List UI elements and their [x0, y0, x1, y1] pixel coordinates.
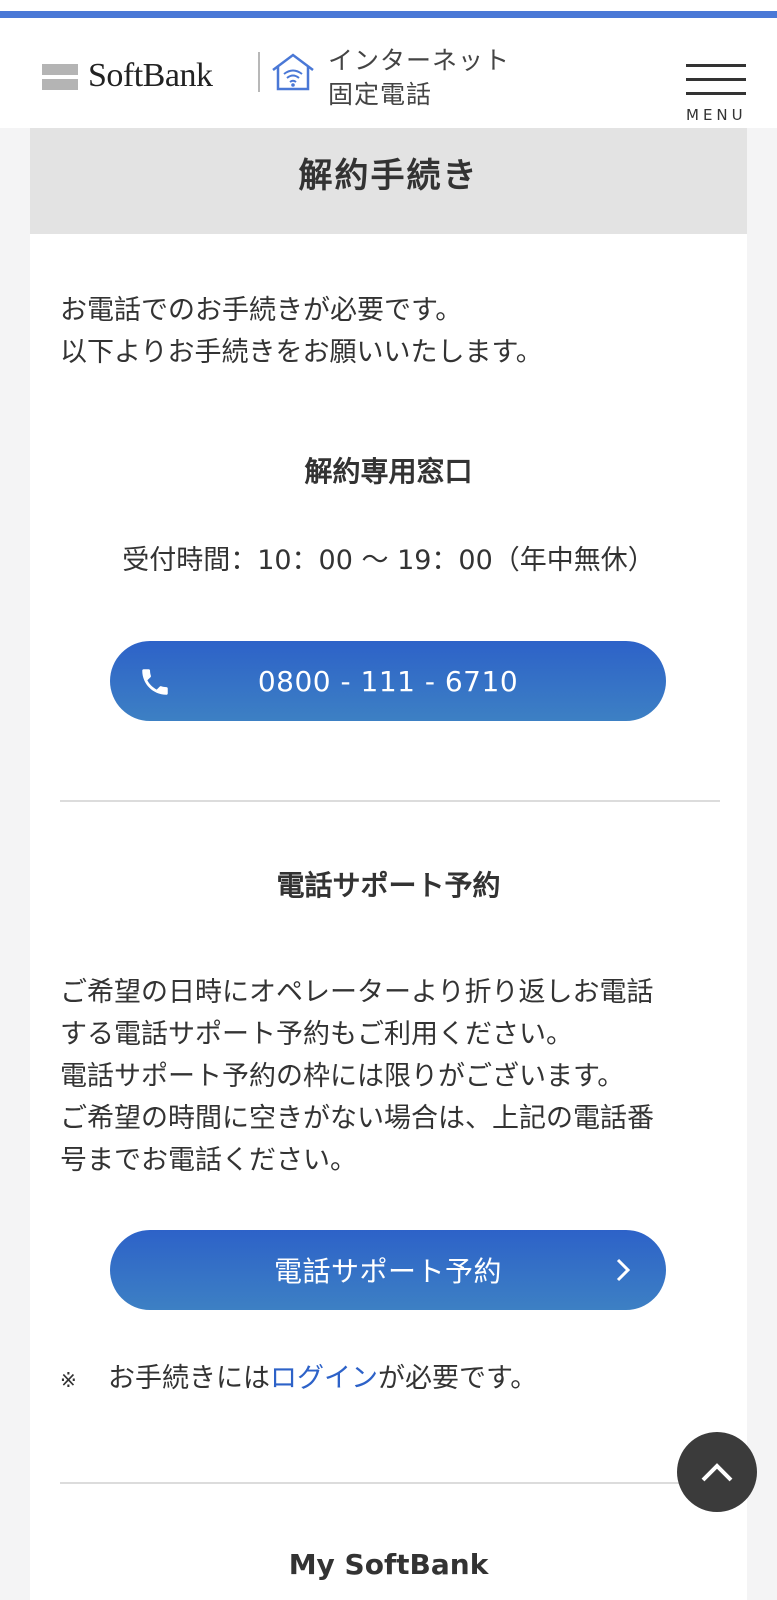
intro-text: お電話でのお手続きが必要です。 以下よりお手続きをお願いいたします。 — [60, 290, 720, 374]
menu-label: MENU — [686, 106, 747, 124]
support-text-line: ご希望の日時にオペレーターより折り返しお電話 — [60, 977, 654, 1008]
phone-number: 0800 - 111 - 6710 — [257, 664, 519, 698]
reception-hours: 受付時間：10：00 〜 19：00（年中無休） — [122, 545, 655, 576]
hamburger-icon-bar — [686, 78, 746, 81]
top-accent-bar — [0, 11, 777, 18]
section-divider — [60, 1482, 720, 1484]
my-softbank-heading: My SoftBank — [288, 1548, 489, 1581]
support-text-line: 電話サポート予約の枠には限りがございます。 — [60, 1061, 625, 1092]
logo-bars-icon — [42, 62, 78, 90]
phone-icon — [142, 669, 168, 695]
phone-support-reservation-button[interactable]: 電話サポート予約 — [110, 1230, 666, 1310]
site-header: SoftBank インターネット 固定電話 MENU — [0, 18, 777, 128]
page-title: 解約手続き — [298, 156, 479, 196]
call-phone-button[interactable]: 0800 - 111 - 6710 — [110, 641, 666, 721]
card-header: 解約手続き — [30, 128, 747, 234]
login-note: ※ お手続きにはログインが必要です。 — [60, 1358, 720, 1401]
note-suffix: が必要です。 — [378, 1363, 538, 1394]
hamburger-icon-bar — [686, 92, 746, 95]
chevron-right-icon — [616, 1258, 631, 1282]
back-to-top-button[interactable] — [677, 1432, 757, 1512]
note-prefix: お手続きには — [108, 1363, 270, 1394]
support-text-line: 号までお電話ください。 — [60, 1145, 357, 1176]
reservation-button-label: 電話サポート予約 — [273, 1255, 502, 1288]
chevron-up-icon — [701, 1463, 733, 1482]
header-divider — [258, 52, 260, 92]
phone-support-heading: 電話サポート予約 — [276, 869, 501, 902]
intro-line: 以下よりお手続きをお願いいたします。 — [60, 337, 543, 368]
top-spacer — [0, 0, 777, 11]
support-text-line: ご希望の時間に空きがない場合は、上記の電話番 — [60, 1103, 654, 1134]
service-label-line2: 固定電話 — [328, 80, 433, 109]
support-text-line: する電話サポート予約もご利用ください。 — [60, 1019, 573, 1050]
cancellation-desk-heading: 解約専用窓口 — [304, 455, 473, 488]
login-link[interactable]: ログイン — [270, 1363, 378, 1394]
content-card: 解約手続き お電話でのお手続きが必要です。 以下よりお手続きをお願いいたします。… — [30, 128, 747, 1600]
note-mark: ※ — [60, 1368, 77, 1392]
phone-support-description: ご希望の日時にオペレーターより折り返しお電話 する電話サポート予約もご利用くださ… — [60, 972, 728, 1182]
softbank-logo[interactable]: SoftBank — [42, 56, 213, 96]
section-divider — [60, 800, 720, 802]
intro-line: お電話でのお手続きが必要です。 — [60, 295, 463, 326]
house-wifi-icon — [272, 53, 314, 91]
service-label: インターネット 固定電話 — [328, 44, 510, 112]
logo-text: SoftBank — [88, 57, 213, 94]
service-label-line1: インターネット — [328, 46, 511, 75]
hamburger-icon-bar — [686, 64, 746, 67]
menu-button[interactable]: MENU — [686, 44, 752, 124]
